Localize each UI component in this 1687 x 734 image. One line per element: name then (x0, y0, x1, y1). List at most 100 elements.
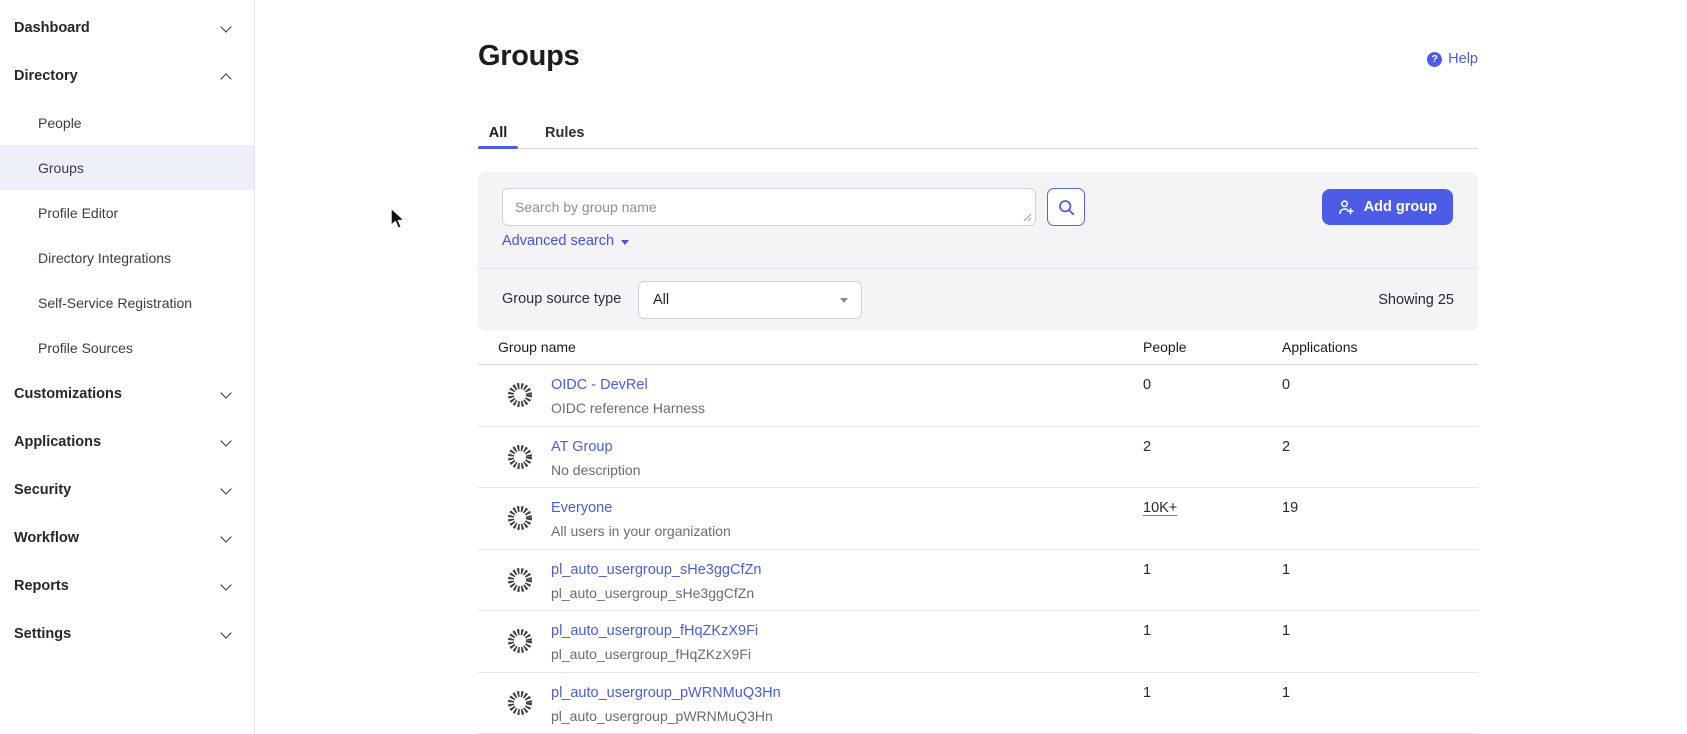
applications-count: 2 (1282, 439, 1290, 455)
group-description: No description (551, 462, 641, 478)
applications-count: 1 (1282, 562, 1290, 578)
advanced-search-link[interactable]: Advanced search (502, 233, 629, 249)
group-icon (505, 503, 535, 533)
applications-count: 1 (1282, 623, 1290, 639)
sidebar-item-dashboard[interactable]: Dashboard (0, 4, 254, 52)
search-button[interactable] (1047, 188, 1085, 226)
table-row: pl_auto_usergroup_sHe3ggCfZn pl_auto_use… (478, 550, 1478, 612)
group-description: pl_auto_usergroup_fHqZKzX9Fi (551, 646, 751, 662)
group-source-type-label: Group source type (502, 291, 621, 307)
chevron-down-icon (220, 483, 231, 494)
sidebar-item-workflow[interactable]: Workflow (0, 514, 254, 562)
sidebar-item-profile-editor[interactable]: Profile Editor (0, 190, 254, 235)
chevron-down-icon (220, 579, 231, 590)
sidebar: Dashboard Directory People Groups Profil… (0, 0, 255, 734)
group-description: All users in your organization (551, 523, 731, 539)
group-name-link[interactable]: pl_auto_usergroup_fHqZKzX9Fi (551, 623, 758, 639)
sidebar-item-label: Directory Integrations (38, 250, 171, 266)
sidebar-item-customizations[interactable]: Customizations (0, 370, 254, 418)
advanced-search-label: Advanced search (502, 233, 614, 249)
add-group-button[interactable]: Add group (1322, 189, 1453, 225)
sidebar-item-reports[interactable]: Reports (0, 562, 254, 610)
sidebar-item-security[interactable]: Security (0, 466, 254, 514)
help-label: Help (1448, 51, 1478, 67)
people-count: 1 (1143, 562, 1151, 578)
search-icon (1058, 199, 1075, 216)
add-user-icon (1338, 199, 1355, 216)
sidebar-item-label: Security (14, 482, 71, 498)
sidebar-item-label: Self-Service Registration (38, 295, 192, 311)
tab-all[interactable]: All (478, 125, 518, 141)
group-name-link[interactable]: OIDC - DevRel (551, 377, 648, 393)
group-name-link[interactable]: Everyone (551, 500, 612, 516)
groups-table: OIDC - DevRel OIDC reference Harness 0 0… (478, 365, 1478, 734)
sidebar-item-label: Groups (38, 160, 84, 176)
question-circle-icon: ? (1427, 52, 1442, 67)
showing-count: Showing 25 (1378, 292, 1454, 308)
page-title: Groups (478, 40, 579, 73)
mouse-cursor (386, 206, 408, 232)
caret-down-icon (621, 240, 629, 245)
table-header: Group name People Applications (478, 331, 1478, 365)
column-group-name: Group name (498, 339, 576, 355)
group-icon (505, 688, 535, 718)
tab-rules[interactable]: Rules (545, 125, 585, 141)
sidebar-item-people[interactable]: People (0, 100, 254, 145)
group-icon (505, 380, 535, 410)
group-description: pl_auto_usergroup_sHe3ggCfZn (551, 585, 754, 601)
applications-count: 1 (1282, 685, 1290, 701)
main-content: Groups ? Help All Rules Advanced search (478, 0, 1478, 734)
people-count: 1 (1143, 623, 1151, 639)
column-people: People (1143, 339, 1187, 355)
table-row: Everyone All users in your organization … (478, 488, 1478, 550)
table-row: pl_auto_usergroup_fHqZKzX9Fi pl_auto_use… (478, 611, 1478, 673)
chevron-down-icon (220, 21, 231, 32)
chevron-up-icon (220, 73, 231, 84)
sidebar-item-directory[interactable]: Directory (0, 52, 254, 100)
search-filter-panel: Advanced search Add group Group source t… (478, 172, 1478, 331)
group-name-link[interactable]: AT Group (551, 439, 613, 455)
people-count: 2 (1143, 439, 1151, 455)
sidebar-item-label: Workflow (14, 530, 79, 546)
group-icon (505, 565, 535, 595)
chevron-down-icon (220, 531, 231, 542)
group-source-type-value: All (653, 292, 669, 308)
sidebar-item-directory-integrations[interactable]: Directory Integrations (0, 235, 254, 280)
help-link[interactable]: ? Help (1427, 51, 1478, 67)
sidebar-item-label: People (38, 115, 82, 131)
search-input[interactable] (502, 188, 1036, 226)
sidebar-item-settings[interactable]: Settings (0, 610, 254, 658)
sidebar-item-label: Profile Editor (38, 205, 118, 221)
table-row: pl_auto_usergroup_pWRNMuQ3Hn pl_auto_use… (478, 673, 1478, 734)
people-count-link[interactable]: 10K+ (1143, 500, 1177, 516)
group-description: pl_auto_usergroup_pWRNMuQ3Hn (551, 708, 773, 724)
people-count: 0 (1143, 377, 1151, 393)
caret-down-icon (840, 298, 848, 303)
sidebar-item-label: Profile Sources (38, 340, 133, 356)
group-name-link[interactable]: pl_auto_usergroup_pWRNMuQ3Hn (551, 685, 781, 701)
applications-count: 0 (1282, 377, 1290, 393)
chevron-down-icon (220, 627, 231, 638)
people-count: 1 (1143, 685, 1151, 701)
sidebar-item-label: Directory (14, 68, 78, 84)
group-icon (505, 442, 535, 472)
sidebar-item-self-service-registration[interactable]: Self-Service Registration (0, 280, 254, 325)
sidebar-item-applications[interactable]: Applications (0, 418, 254, 466)
group-icon (505, 626, 535, 656)
sidebar-item-label: Reports (14, 578, 69, 594)
applications-count: 19 (1282, 500, 1298, 516)
active-tab-underline (478, 146, 518, 149)
sidebar-item-label: Dashboard (14, 20, 90, 36)
chevron-down-icon (220, 435, 231, 446)
sidebar-item-groups[interactable]: Groups (0, 145, 254, 190)
group-source-type-select[interactable]: All (638, 281, 862, 319)
table-row: AT Group No description 2 2 (478, 427, 1478, 489)
table-row: OIDC - DevRel OIDC reference Harness 0 0 (478, 365, 1478, 427)
add-group-label: Add group (1364, 199, 1437, 215)
group-description: OIDC reference Harness (551, 400, 705, 416)
group-name-link[interactable]: pl_auto_usergroup_sHe3ggCfZn (551, 562, 761, 578)
sidebar-item-label: Settings (14, 626, 71, 642)
sidebar-item-profile-sources[interactable]: Profile Sources (0, 325, 254, 370)
sidebar-item-label: Applications (14, 434, 101, 450)
column-applications: Applications (1282, 339, 1358, 355)
